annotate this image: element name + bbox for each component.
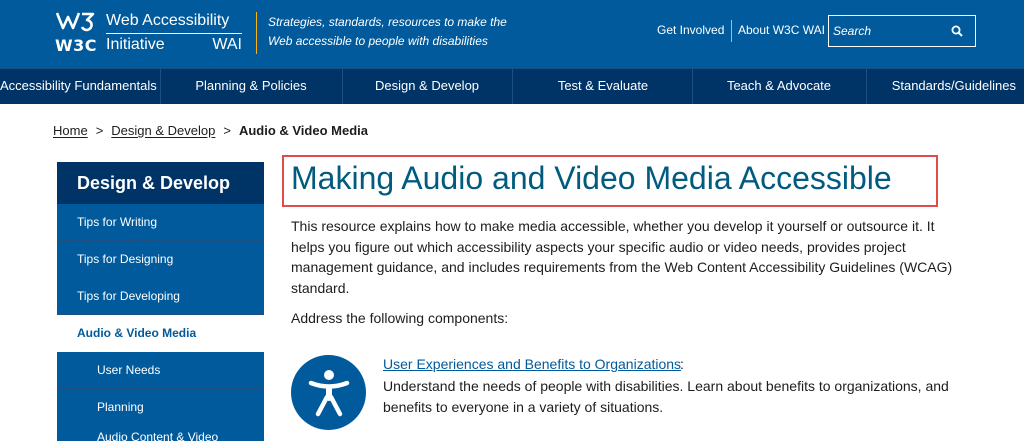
- nav-teach-advocate[interactable]: Teach & Advocate: [700, 69, 858, 104]
- nav-planning-policies[interactable]: Planning & Policies: [170, 69, 332, 104]
- site-header: W3C Web Accessibility Initiative WAI Str…: [0, 0, 1024, 68]
- nav-divider: [512, 69, 513, 104]
- search-icon: [951, 25, 963, 37]
- user-experiences-link[interactable]: User Experiences and Benefits to Organiz…: [383, 356, 681, 372]
- breadcrumb-current: Audio & Video Media: [238, 123, 368, 138]
- nav-accessibility-fundamentals[interactable]: Accessibility Fundamentals: [0, 69, 157, 104]
- intro-paragraph: This resource explains how to make media…: [291, 218, 953, 296]
- util-divider: [731, 20, 732, 42]
- page-title: Making Audio and Video Media Accessible: [291, 160, 892, 196]
- main-navigation: Accessibility Fundamentals Planning & Po…: [0, 68, 1024, 104]
- w3c-logo-icon: [55, 12, 95, 32]
- wai-name-initiative: Initiative: [106, 36, 165, 53]
- nav-divider: [342, 69, 343, 104]
- wai-name-abbr: WAI: [212, 36, 242, 53]
- breadcrumb-separator: >: [223, 123, 231, 138]
- sidebar-title[interactable]: Design & Develop: [57, 162, 264, 204]
- nav-divider: [866, 69, 867, 104]
- nav-design-develop[interactable]: Design & Develop: [350, 69, 504, 104]
- search-input[interactable]: [829, 16, 939, 46]
- sidebar-item-tips-designing[interactable]: Tips for Designing: [57, 241, 264, 278]
- breadcrumb-separator: >: [95, 123, 104, 138]
- w3c-logo[interactable]: W3C: [55, 10, 103, 56]
- sidebar-item-planning[interactable]: Planning: [57, 389, 264, 426]
- sidebar-item-tips-developing[interactable]: Tips for Developing: [57, 278, 264, 315]
- component-description: Understand the needs of people with disa…: [383, 378, 949, 415]
- nav-divider: [692, 69, 693, 104]
- tagline-divider: [256, 12, 257, 54]
- sidebar-item-user-needs[interactable]: User Needs: [57, 352, 264, 389]
- sidebar-item-audio-video-media[interactable]: Audio & Video Media: [57, 315, 264, 352]
- nav-divider: [160, 69, 161, 104]
- breadcrumb-home-link[interactable]: Home: [53, 123, 88, 138]
- about-wai-link[interactable]: About W3C WAI: [738, 23, 825, 37]
- section-sidebar: Design & Develop Tips for Writing Tips f…: [57, 162, 264, 441]
- nav-standards-guidelines[interactable]: Standards/Guidelines: [874, 69, 1024, 104]
- search-button[interactable]: [939, 16, 975, 46]
- accessibility-figure-icon: [308, 369, 349, 416]
- wai-name-line1: Web Accessibility: [106, 12, 230, 29]
- get-involved-link[interactable]: Get Involved: [657, 23, 724, 37]
- wai-name-line2: Initiative WAI: [106, 33, 242, 56]
- sidebar-item-tips-writing[interactable]: Tips for Writing: [57, 204, 264, 241]
- component-colon: :: [680, 356, 684, 372]
- nav-test-evaluate[interactable]: Test & Evaluate: [522, 69, 684, 104]
- site-tagline: Strategies, standards, resources to make…: [268, 15, 507, 48]
- wai-site-name[interactable]: Web Accessibility Initiative WAI: [106, 10, 242, 56]
- accessibility-person-icon: [291, 355, 366, 430]
- breadcrumb-design-develop-link[interactable]: Design & Develop: [111, 123, 215, 138]
- search-box: [828, 15, 976, 47]
- sidebar-item-audio-content-video[interactable]: Audio Content & Video: [57, 426, 264, 441]
- breadcrumb: Home > Design & Develop > Audio & Video …: [53, 123, 368, 138]
- components-lead-in: Address the following components:: [291, 310, 509, 326]
- w3c-logo-text: W3C: [55, 36, 98, 55]
